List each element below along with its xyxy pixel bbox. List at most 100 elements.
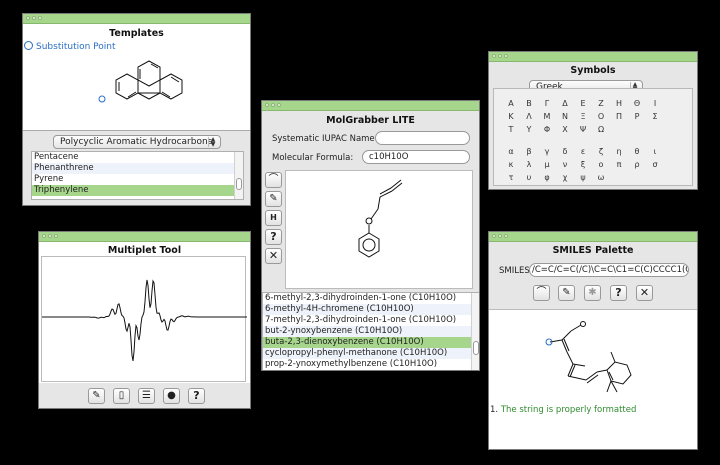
list-item[interactable]: 7-methyl-2,3-dihydroinden-1-one (C10H10O… xyxy=(263,315,479,326)
symbol-cell[interactable]: θ xyxy=(628,147,646,157)
symbol-cell[interactable]: γ xyxy=(538,147,556,157)
list-item[interactable]: Pyrene xyxy=(32,174,243,185)
formula-field[interactable]: c10H10O xyxy=(362,150,470,164)
symbol-cell[interactable]: Κ xyxy=(502,112,520,122)
symbol-cell[interactable]: Ψ xyxy=(574,125,592,135)
results-scrollbar[interactable] xyxy=(471,293,479,370)
multiplet-plot[interactable] xyxy=(41,256,247,382)
symbol-cell[interactable]: ω xyxy=(592,173,610,183)
multiplet-titlebar[interactable] xyxy=(39,232,250,242)
minimize-icon[interactable] xyxy=(498,234,502,238)
molecule-canvas[interactable] xyxy=(285,170,473,289)
minimize-icon[interactable] xyxy=(48,234,52,238)
help-button[interactable]: ? xyxy=(610,285,627,301)
molecule-tool-button[interactable]: ✱ xyxy=(584,285,601,301)
symbol-cell[interactable]: ρ xyxy=(628,160,646,170)
symbol-cell[interactable]: Τ xyxy=(502,125,520,135)
symbol-cell[interactable]: Δ xyxy=(556,99,574,109)
symbol-cell[interactable]: ξ xyxy=(574,160,592,170)
eraser-button[interactable]: ⌒ xyxy=(265,172,282,188)
smiles-molecule-canvas[interactable] xyxy=(489,309,697,403)
symbol-cell[interactable]: β xyxy=(520,147,538,157)
page-button[interactable]: ▯ xyxy=(113,388,130,404)
list-item[interactable]: but-2-ynoxybenzene (C10H10O) xyxy=(263,326,479,337)
pen-tool-button[interactable]: ✎ xyxy=(265,191,282,207)
symbol-cell[interactable]: Σ xyxy=(646,112,664,122)
symbol-cell[interactable]: Ξ xyxy=(574,112,592,122)
symbol-cell[interactable]: π xyxy=(610,160,628,170)
symbol-cell[interactable]: λ xyxy=(520,160,538,170)
close-icon[interactable] xyxy=(492,54,496,58)
symbol-cell[interactable]: υ xyxy=(520,173,538,183)
list-item[interactable]: Phenanthrene xyxy=(32,163,243,174)
symbol-cell[interactable]: Φ xyxy=(538,125,556,135)
results-list[interactable]: 6-methyl-2,3-dihydroinden-1-one (C10H10O… xyxy=(262,292,479,370)
lines-button[interactable]: ☰ xyxy=(138,388,155,404)
molgrabber-titlebar[interactable] xyxy=(262,101,479,111)
zoom-icon[interactable] xyxy=(277,103,281,107)
eraser-button[interactable]: ⌒ xyxy=(533,285,550,301)
symbol-cell[interactable]: Χ xyxy=(556,125,574,135)
zoom-icon[interactable] xyxy=(54,234,58,238)
template-preview[interactable]: Substitution Point xyxy=(23,38,250,131)
symbol-cell[interactable]: σ xyxy=(646,160,664,170)
template-list-scrollbar[interactable] xyxy=(234,152,243,199)
pen-tool-button[interactable]: ✎ xyxy=(558,285,575,301)
symbol-cell[interactable]: Ε xyxy=(574,99,592,109)
symbol-cell[interactable]: μ xyxy=(538,160,556,170)
symbol-cell[interactable]: ζ xyxy=(592,147,610,157)
hydrogen-button[interactable]: H xyxy=(265,210,282,226)
symbol-cell[interactable]: χ xyxy=(556,173,574,183)
symbol-cell[interactable]: Λ xyxy=(520,112,538,122)
symbol-cell[interactable]: Β xyxy=(520,99,538,109)
symbol-cell[interactable]: Ν xyxy=(556,112,574,122)
help-button[interactable]: ? xyxy=(265,229,282,245)
category-select[interactable]: Polycyclic Aromatic Hydrocarbons ▲ ▼ xyxy=(53,135,221,149)
symbol-cell[interactable]: Α xyxy=(502,99,520,109)
clear-button[interactable]: ✕ xyxy=(636,285,653,301)
symbol-cell[interactable]: Μ xyxy=(538,112,556,122)
list-item[interactable]: cyclopropyl-phenyl-methanone (C10H10O) xyxy=(263,348,479,359)
templates-titlebar[interactable] xyxy=(23,14,250,24)
minimize-icon[interactable] xyxy=(271,103,275,107)
symbol-cell[interactable]: ψ xyxy=(574,173,592,183)
symbol-cell[interactable]: ε xyxy=(574,147,592,157)
sphere-button[interactable]: ● xyxy=(163,388,180,404)
help-button[interactable]: ? xyxy=(188,388,205,404)
close-icon[interactable] xyxy=(492,234,496,238)
zoom-icon[interactable] xyxy=(504,234,508,238)
symbol-cell[interactable]: φ xyxy=(538,173,556,183)
symbol-cell[interactable]: Ω xyxy=(592,125,610,135)
minimize-icon[interactable] xyxy=(498,54,502,58)
list-item[interactable]: Triphenylene xyxy=(32,185,243,196)
smiles-titlebar[interactable] xyxy=(489,232,697,242)
symbol-cell[interactable]: Υ xyxy=(520,125,538,135)
close-icon[interactable] xyxy=(26,16,30,20)
template-list[interactable]: Pentacene Phenanthrene Pyrene Triphenylene xyxy=(31,151,244,200)
symbol-cell[interactable]: Ι xyxy=(646,99,664,109)
list-item[interactable]: buta-2,3-dienoxybenzene (C10H10O) xyxy=(263,337,479,348)
minimize-icon[interactable] xyxy=(32,16,36,20)
symbols-titlebar[interactable] xyxy=(489,52,697,62)
symbol-cell[interactable]: η xyxy=(610,147,628,157)
symbol-cell[interactable]: ι xyxy=(646,147,664,157)
clear-button[interactable]: ✕ xyxy=(265,248,282,264)
list-item[interactable]: Pentacene xyxy=(32,152,243,163)
list-item[interactable]: prop-2-ynoxymethylbenzene (C10H10O) xyxy=(263,359,479,370)
symbol-cell[interactable]: Ζ xyxy=(592,99,610,109)
symbol-cell[interactable]: ν xyxy=(556,160,574,170)
close-icon[interactable] xyxy=(42,234,46,238)
iupac-name-field[interactable] xyxy=(375,131,470,145)
symbol-cell[interactable]: Π xyxy=(610,112,628,122)
smiles-input[interactable]: /C=C/C=C(/C)\C=C\C1=C(C)CCCC1(C)C xyxy=(529,263,689,277)
zoom-icon[interactable] xyxy=(504,54,508,58)
symbol-cell[interactable]: Θ xyxy=(628,99,646,109)
symbol-cell[interactable]: Η xyxy=(610,99,628,109)
symbol-cell[interactable]: Ρ xyxy=(628,112,646,122)
symbol-cell[interactable]: δ xyxy=(556,147,574,157)
symbol-cell[interactable]: ο xyxy=(592,160,610,170)
symbol-cell[interactable]: τ xyxy=(502,173,520,183)
symbol-cell[interactable]: Γ xyxy=(538,99,556,109)
symbol-cell[interactable]: Ο xyxy=(592,112,610,122)
symbol-cell[interactable]: α xyxy=(502,147,520,157)
